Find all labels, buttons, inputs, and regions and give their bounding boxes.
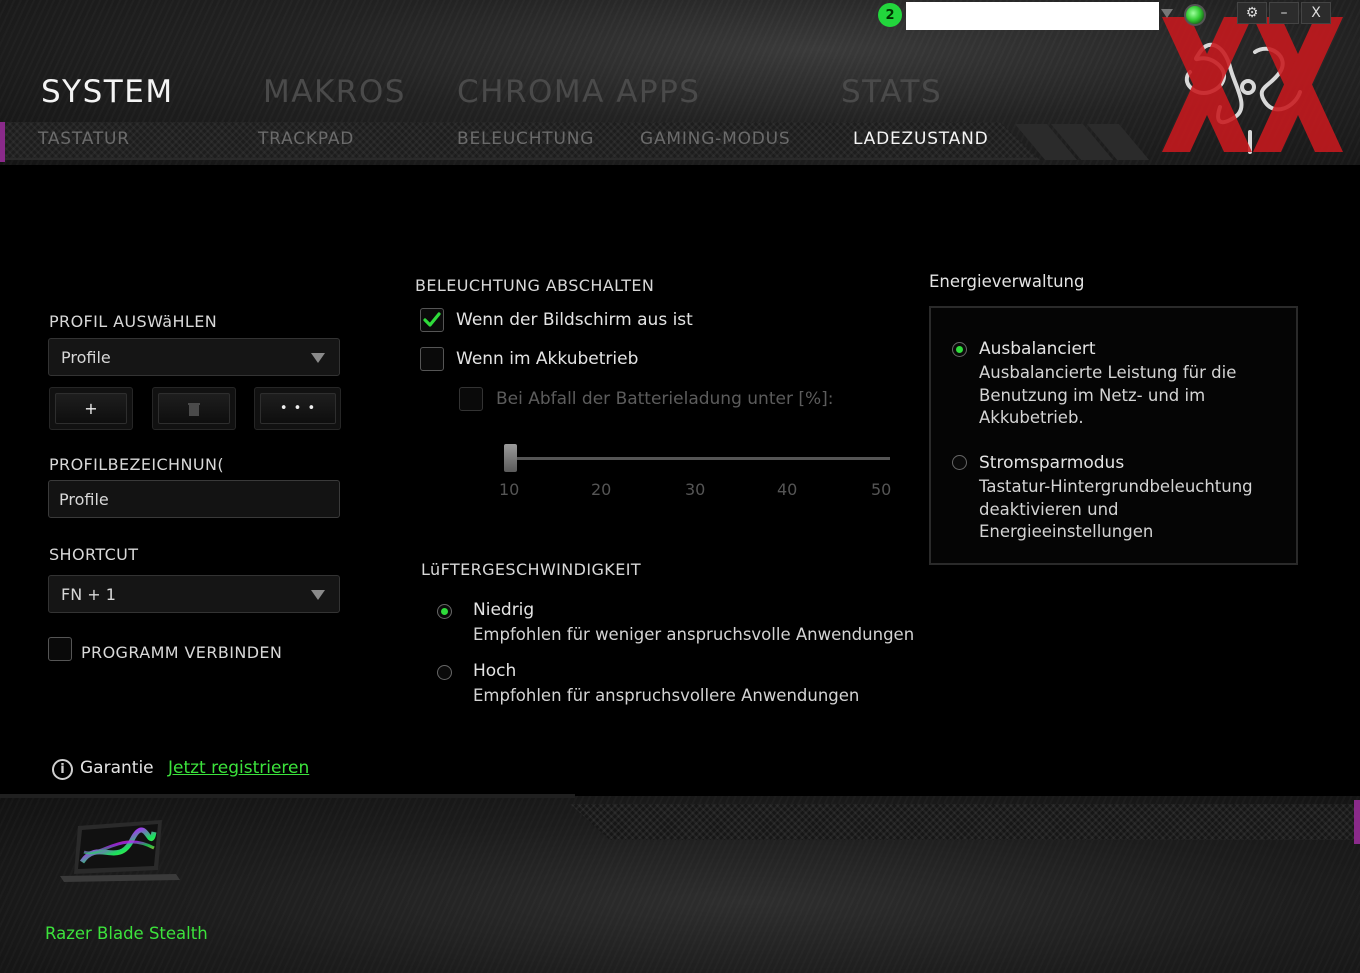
energy-title: Energieverwaltung: [929, 272, 1085, 291]
slider-tick-label: 50: [871, 480, 892, 499]
device-name[interactable]: Razer Blade Stealth: [45, 924, 208, 943]
fan-speed-title: LüFTERGESCHWINDIGKEIT: [421, 560, 642, 579]
profile-dropdown-value: Profile: [61, 348, 111, 367]
battery-mode-label: Wenn im Akkubetrieb: [456, 349, 639, 369]
more-options-button[interactable]: • • •: [260, 393, 336, 424]
chevron-down-icon: [311, 353, 325, 363]
shortcut-label: SHORTCUT: [49, 545, 139, 564]
link-program-label: PROGRAMM VERBINDEN: [81, 643, 283, 662]
slider-tick-label: 20: [591, 480, 612, 499]
tab-stats[interactable]: STATS: [841, 74, 942, 110]
subtab-gaming-modus[interactable]: GAMING-MODUS: [640, 129, 790, 149]
razer-synapse-window: SYSTEM MAKROS CHROMA APPS STATS TASTATUR…: [0, 0, 1360, 973]
profile-name-input[interactable]: [48, 480, 340, 518]
slider-tick-label: 40: [777, 480, 798, 499]
tab-system[interactable]: SYSTEM: [41, 74, 174, 110]
notification-badge[interactable]: 2: [878, 3, 902, 27]
gear-icon: ⚙: [1245, 5, 1259, 21]
battery-level-slider-handle[interactable]: [504, 444, 517, 472]
subtab-ladezustand[interactable]: LADEZUSTAND: [853, 129, 989, 149]
minimize-button[interactable]: –: [1269, 2, 1299, 24]
tab-makros[interactable]: MAKROS: [263, 74, 406, 110]
more-options-button-frame: • • •: [254, 387, 341, 430]
link-program-checkbox[interactable]: [48, 637, 72, 661]
energy-saver-description: Tastatur-Hintergrundbeleuchtung deaktivi…: [979, 477, 1253, 541]
add-profile-button[interactable]: +: [55, 393, 127, 424]
subtab-tastatur[interactable]: TASTATUR: [38, 129, 130, 149]
lighting-off-title: BELEUCHTUNG ABSCHALTEN: [415, 276, 655, 295]
slider-tick-label: 30: [685, 480, 706, 499]
energy-balanced-radio[interactable]: [952, 342, 967, 357]
slider-tick-label: 10: [499, 480, 520, 499]
checkmark-icon: [423, 312, 441, 327]
accent-edge-right: [1354, 800, 1360, 844]
battery-level-label: Bei Abfall der Batterieladung unter [%]:: [496, 389, 834, 409]
energy-balanced-label: Ausbalanciert: [979, 339, 1096, 359]
close-button[interactable]: X: [1301, 2, 1331, 24]
shortcut-dropdown[interactable]: FN + 1: [48, 575, 340, 613]
fan-low-label: Niedrig: [473, 600, 535, 620]
tab-chroma-apps[interactable]: CHROMA APPS: [457, 74, 700, 110]
warranty-label: Garantie: [80, 758, 154, 778]
battery-level-checkbox[interactable]: [459, 387, 483, 411]
settings-button[interactable]: ⚙: [1237, 2, 1267, 24]
fan-low-description: Empfohlen für weniger anspruchsvolle Anw…: [473, 625, 915, 644]
fan-high-radio[interactable]: [437, 665, 452, 680]
account-dropdown-icon[interactable]: [1161, 9, 1173, 18]
laptop-device-icon[interactable]: [58, 818, 182, 884]
razer-logo-watermark: [1162, 17, 1343, 154]
screen-off-label: Wenn der Bildschirm aus ist: [456, 310, 693, 330]
battery-mode-checkbox[interactable]: [420, 347, 444, 371]
subtab-trackpad[interactable]: TRACKPAD: [258, 129, 354, 149]
accent-edge-left: [0, 122, 5, 162]
profile-select-label: PROFIL AUSWäHLEN: [49, 312, 218, 331]
footer-decor-band: [570, 804, 1360, 840]
profile-dropdown[interactable]: Profile: [48, 338, 340, 376]
fan-high-label: Hoch: [473, 661, 517, 681]
delete-profile-button-frame: [152, 387, 236, 430]
footer-divider: [0, 794, 575, 798]
online-status-icon[interactable]: [1184, 4, 1206, 26]
energy-balanced-description: Ausbalancierte Leistung für die Benutzun…: [979, 363, 1237, 427]
profile-name-label: PROFILBEZEICHNUN(: [49, 455, 224, 474]
trash-icon: [188, 402, 200, 416]
energy-saver-radio[interactable]: [952, 455, 967, 470]
screen-off-checkbox[interactable]: [420, 308, 444, 332]
account-field[interactable]: [906, 2, 1159, 30]
delete-profile-button[interactable]: [158, 393, 230, 424]
add-profile-button-frame: +: [49, 387, 133, 430]
energy-saver-label: Stromsparmodus: [979, 453, 1125, 473]
battery-level-slider-track[interactable]: [508, 457, 890, 460]
subtab-beleuchtung[interactable]: BELEUCHTUNG: [457, 129, 594, 149]
fan-low-radio[interactable]: [437, 604, 452, 619]
register-link[interactable]: Jetzt registrieren: [168, 758, 309, 778]
chevron-down-icon: [311, 590, 325, 600]
shortcut-dropdown-value: FN + 1: [61, 585, 116, 604]
fan-high-description: Empfohlen für anspruchsvollere Anwendung…: [473, 686, 860, 705]
info-icon: i: [52, 759, 73, 780]
